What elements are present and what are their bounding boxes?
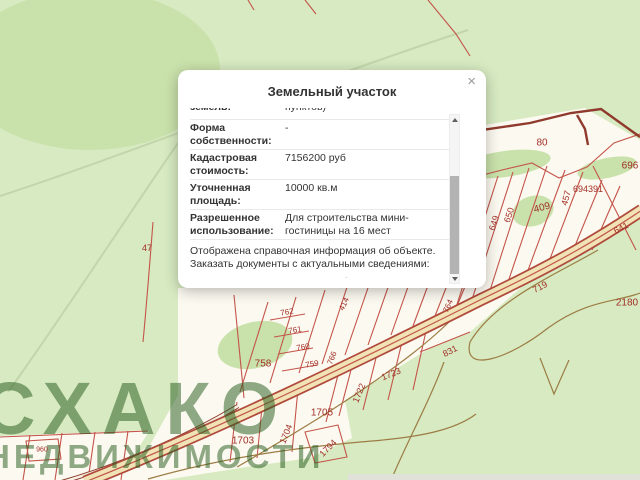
row-value: Для строительства мини-гостиницы на 16 м… [285, 212, 409, 237]
row-label: Кадастровая стоимость: [190, 152, 257, 177]
report-link[interactable]: Отчет о проверке объекта недвижимости → [238, 276, 449, 278]
table-row: Кадастровая стоимость: 7156200 руб [190, 150, 449, 180]
scrollbar-down-arrow[interactable] [450, 274, 459, 283]
table-row: Разрешенное использование: Для строитель… [190, 210, 449, 240]
parcel-label-80: 80 [536, 137, 548, 149]
scrollbar-thumb[interactable] [450, 176, 459, 274]
triangle-down-icon [451, 276, 458, 281]
row-value: пунктов) [285, 108, 326, 114]
note-line1: Отображена справочная информация об объе… [190, 245, 436, 257]
parcel-label-47: 47 [141, 243, 153, 253]
parcel-label-2180: 2180 [615, 297, 639, 309]
row-label: земель: [190, 108, 278, 114]
parcel-label-696: 696 [621, 160, 639, 172]
popup-body: земель: пунктов) Форма собственности: - … [190, 108, 449, 278]
close-icon[interactable]: × [467, 74, 476, 89]
table-row: Форма собственности: - [190, 120, 449, 150]
parcel-label-1703: 1703 [231, 435, 255, 447]
row-label: Уточненная площадь: [190, 182, 251, 207]
parcel-label-1705: 1705 [310, 407, 334, 419]
parcel-label-758: 758 [254, 358, 272, 370]
row-label: Форма собственности: [190, 122, 272, 147]
tile-edge [348, 474, 640, 480]
row-label: Разрешенное использование: [190, 212, 274, 237]
note-line2: Заказать документы с актуальными сведени… [190, 257, 430, 270]
row-value: 7156200 руб [285, 152, 346, 164]
popup-title: Земельный участок [267, 84, 397, 99]
report-link-row: •Отчет о проверке объекта недвижимости → [190, 270, 449, 278]
scrollbar-up-arrow[interactable] [450, 115, 459, 124]
row-value: - [285, 122, 289, 134]
bullet: • [238, 276, 242, 278]
row-value: 10000 кв.м [285, 182, 338, 194]
cadastral-map[interactable]: СХАКО НЕДВИЖИМОСТИ 80 696 694391 457 409 650 6… [0, 0, 640, 480]
popup-note: Отображена справочная информация об объе… [190, 240, 449, 270]
table-row: Уточненная площадь: 10000 кв.м [190, 180, 449, 210]
table-row-clipped: земель: пунктов) [190, 108, 449, 120]
parcel-label-960: 960 [36, 446, 48, 454]
land-plot-popup: × Земельный участок земель: пунктов) Фор… [178, 70, 486, 288]
triangle-up-icon [451, 117, 458, 122]
scrollbar[interactable] [449, 114, 460, 284]
parcel-label-694391: 694391 [572, 184, 604, 194]
